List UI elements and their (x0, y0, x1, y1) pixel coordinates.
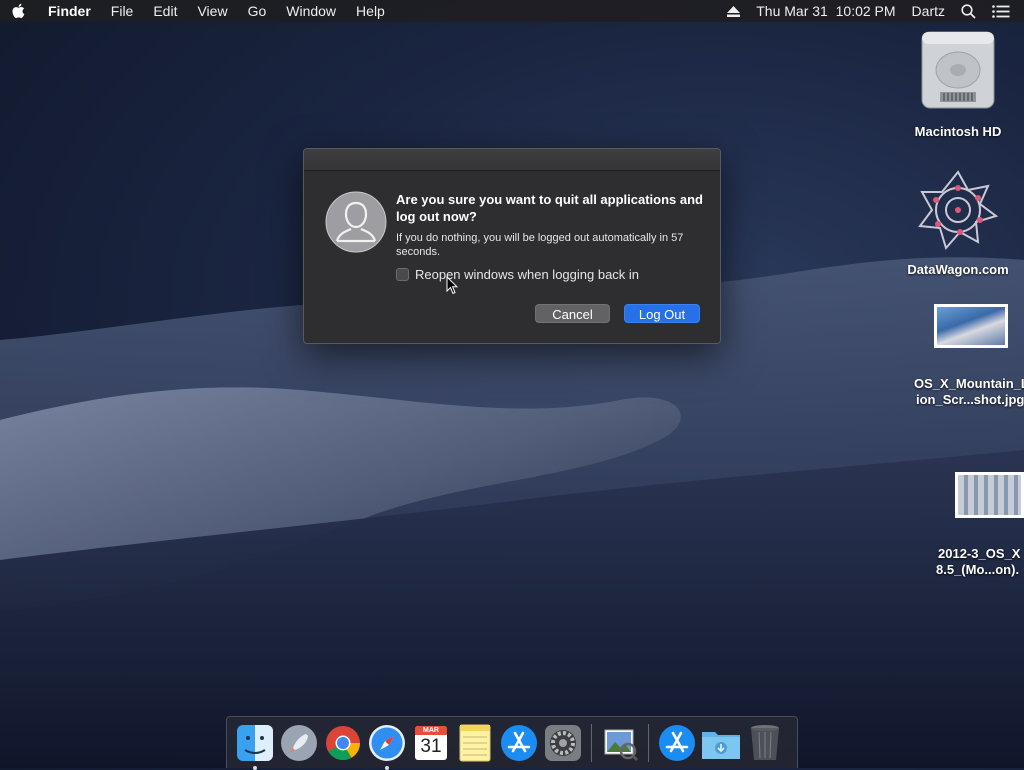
dock-app-store-downloads[interactable] (657, 723, 697, 763)
user-avatar-icon (325, 191, 387, 253)
notification-center-icon[interactable] (984, 0, 1024, 22)
dock-app-store[interactable] (499, 723, 539, 763)
dock-finder[interactable] (235, 723, 275, 770)
menu-view[interactable]: View (187, 0, 237, 22)
dock-separator (648, 723, 649, 762)
desktop-icon-screenshot-jpg[interactable]: OS_X_Mountain_L ion_Scr...shot.jpg (900, 304, 1024, 408)
launchpad-rocket-icon (281, 724, 317, 761)
app-store-icon (659, 724, 695, 761)
desktop-icon-label: DataWagon.com (907, 262, 1009, 277)
dock-preview[interactable] (600, 723, 640, 763)
dock-notes[interactable] (455, 723, 495, 763)
dock-launchpad[interactable] (279, 723, 319, 763)
chrome-icon (326, 725, 360, 760)
menu-clock[interactable]: Thu Mar 31 10:02 PM (748, 0, 903, 22)
desktop-icon-2012-file[interactable]: 2012-3_OS_X 8.5_(Mo...on). (920, 472, 1024, 578)
dock-chrome[interactable] (323, 723, 363, 763)
menu-edit[interactable]: Edit (143, 0, 187, 22)
cancel-button[interactable]: Cancel (535, 304, 610, 323)
reopen-windows-checkbox[interactable] (396, 268, 409, 281)
dock-separator (591, 723, 592, 762)
dock-trash[interactable] (745, 723, 785, 763)
preview-icon (604, 729, 639, 761)
finder-icon (237, 724, 273, 761)
mouse-cursor-icon (446, 276, 458, 295)
notes-icon (459, 724, 491, 761)
apple-menu-icon[interactable] (0, 0, 38, 22)
downloads-folder-icon (702, 731, 740, 759)
eject-icon[interactable] (719, 0, 748, 22)
desktop-icon-label: Macintosh HD (914, 124, 1002, 139)
desktop-icon-label-line1: OS_X_Mountain_L (914, 376, 1024, 391)
dialog-title: Are you sure you want to quit all applic… (396, 192, 703, 224)
menu-user[interactable]: Dartz (904, 0, 953, 22)
desktop-icon-label-line2: ion_Scr...shot.jpg (916, 392, 1024, 407)
dock: MAR 31 (226, 716, 798, 770)
desktop-icon-macintosh-hd[interactable]: Macintosh HD (898, 30, 1018, 140)
dock-calendar[interactable]: MAR 31 (411, 723, 451, 763)
menu-bar: Finder File Edit View Go Window Help Thu… (0, 0, 1024, 22)
menu-help[interactable]: Help (346, 0, 395, 22)
desktop-wallpaper (0, 257, 1024, 768)
desktop-icon-label-line2: 8.5_(Mo...on). (936, 562, 1020, 577)
calendar-day: 31 (420, 735, 442, 757)
reopen-windows-option[interactable]: Reopen windows when logging back in (396, 267, 639, 282)
datawagon-logo-icon (918, 170, 999, 251)
log-out-button[interactable]: Log Out (624, 304, 700, 323)
trash-icon (751, 724, 779, 760)
menu-file[interactable]: File (101, 0, 144, 22)
gear-icon (545, 724, 581, 761)
desktop-icon-label-line1: 2012-3_OS_X (938, 546, 1021, 561)
logout-dialog: Are you sure you want to quit all applic… (303, 148, 721, 344)
hard-drive-icon (921, 31, 995, 109)
document-thumbnail-icon (955, 472, 1024, 518)
dock-system-preferences[interactable] (543, 723, 583, 763)
menu-go[interactable]: Go (238, 0, 277, 22)
dialog-message: If you do nothing, you will be logged ou… (396, 232, 684, 258)
safari-compass-icon (369, 724, 405, 761)
menu-app-name[interactable]: Finder (38, 0, 101, 22)
calendar-icon: MAR 31 (415, 725, 447, 760)
calendar-month: MAR (415, 725, 447, 735)
menu-window[interactable]: Window (276, 0, 346, 22)
dialog-titlebar[interactable] (304, 149, 720, 171)
dock-downloads-folder[interactable] (701, 723, 741, 763)
desktop-icon-datawagon[interactable]: DataWagon.com (898, 168, 1018, 278)
image-thumbnail-icon (934, 304, 1008, 348)
dock-safari[interactable] (367, 723, 407, 770)
spotlight-search-icon[interactable] (953, 0, 984, 22)
app-store-icon (501, 724, 537, 761)
